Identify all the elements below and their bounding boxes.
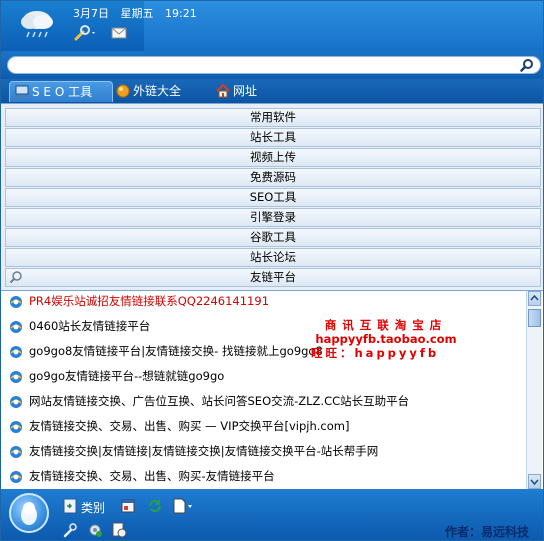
ad-shop-name: 商讯互联淘宝店 — [324, 318, 448, 332]
mail-envelope-icon[interactable] — [111, 25, 127, 41]
author-credit: 作者：易远科技 — [444, 525, 529, 539]
category-label: SEO工具 — [249, 190, 297, 204]
list-item[interactable]: 友情链接交换、交易、出售、购买 — VIP交换平台[vipjh.com] — [9, 417, 349, 435]
date-text: 3月7日 — [73, 7, 109, 20]
category-label: 引擎登录 — [250, 210, 296, 224]
list-item[interactable]: 友情链接交换、交易、出售、购买-友情链接平台 — [9, 467, 275, 485]
scrollbar[interactable] — [526, 291, 542, 489]
tools-wrench-icon[interactable] — [74, 25, 98, 41]
link-list: PR4娱乐站诚招友情链接联系QQ2246141191 0460站长友情链接平台 … — [1, 290, 543, 489]
wrench-icon[interactable] — [63, 522, 77, 538]
category-video-upload[interactable]: 视频上传 — [5, 148, 541, 167]
weekday-text: 星期五 — [120, 7, 154, 20]
link-text: PR4娱乐站诚招友情链接联系QQ2246141191 — [29, 294, 270, 308]
tab-label: S E O 工具 — [32, 85, 93, 99]
link-text: 友情链接交换、交易、出售、购买-友情链接平台 — [29, 469, 275, 483]
category-common-software[interactable]: 常用软件 — [5, 108, 541, 127]
tab-seo-tools[interactable]: S E O 工具 — [9, 81, 113, 102]
magnifier-icon — [9, 271, 22, 284]
scroll-down-button[interactable] — [528, 474, 541, 489]
category-engine-login[interactable]: 引擎登录 — [5, 208, 541, 227]
search-icon[interactable] — [520, 58, 534, 72]
category-label: 站长工具 — [250, 130, 296, 144]
category-label: 常用软件 — [250, 110, 296, 124]
category-google-tools[interactable]: 谷歌工具 — [5, 228, 541, 247]
list-item[interactable]: 0460站长友情链接平台 — [9, 317, 150, 335]
tab-external-links[interactable]: 外链大全 — [111, 81, 209, 101]
tab-label: 网址 — [233, 84, 258, 98]
list-item[interactable]: 友情链接交换|友情链接|友情链接交换|友情链接交换平台-站长帮手网 — [9, 442, 378, 460]
list-item[interactable]: go9go8友情链接平台|友情链接交换- 找链接就上go9go8 — [9, 342, 323, 360]
ie-globe-icon — [10, 446, 22, 458]
category-label[interactable]: 类别 — [81, 499, 105, 516]
link-text: go9go友情链接平台--想链就链go9go — [29, 369, 225, 383]
app-window: 3月7日 星期五 19:21 S E O 工具 外链大全 网址 常用软件 站长工… — [0, 0, 544, 541]
search-field[interactable] — [7, 56, 541, 74]
ie-globe-icon — [10, 321, 22, 333]
tab-websites[interactable]: 网址 — [211, 81, 283, 101]
category-icon[interactable] — [63, 498, 77, 514]
window-icon[interactable] — [121, 498, 135, 514]
category-label: 视频上传 — [250, 150, 296, 164]
ie-globe-icon — [10, 296, 22, 308]
ad-shop-url: happyyfb.taobao.com — [315, 332, 457, 346]
category-free-source[interactable]: 免费源码 — [5, 168, 541, 187]
link-text: 网站友情链接交换、广告位互换、站长问答SEO交流-ZLZ.CC站长互助平台 — [29, 394, 410, 408]
main-menu-button[interactable] — [9, 493, 49, 533]
scroll-up-button[interactable] — [528, 291, 541, 306]
link-text: 友情链接交换、交易、出售、购买 — VIP交换平台[vipjh.com] — [29, 419, 350, 433]
laptop-icon — [14, 85, 30, 98]
search-input[interactable] — [16, 58, 506, 71]
ie-globe-icon — [10, 396, 22, 408]
penguin-icon — [21, 502, 37, 525]
category-webmaster-forum[interactable]: 站长论坛 — [5, 248, 541, 267]
tab-label: 外链大全 — [133, 84, 182, 98]
link-text: 0460站长友情链接平台 — [29, 319, 151, 333]
home-icon — [216, 84, 230, 98]
time-text: 19:21 — [165, 7, 197, 20]
link-text: 友情链接交换|友情链接|友情链接交换|友情链接交换平台-站长帮手网 — [29, 444, 379, 458]
category-friend-links[interactable]: 友链平台 — [5, 268, 541, 287]
category-webmaster-tools[interactable]: 站长工具 — [5, 128, 541, 147]
ie-globe-icon — [10, 421, 22, 433]
orange-ball-icon — [116, 84, 130, 98]
chevron-down-icon — [530, 479, 539, 486]
list-item[interactable]: 网站友情链接交换、广告位互换、站长问答SEO交流-ZLZ.CC站长互助平台 — [9, 392, 409, 410]
header: 3月7日 星期五 19:21 — [1, 1, 543, 51]
document-clock-icon[interactable] — [111, 522, 127, 538]
link-text: go9go8友情链接平台|友情链接交换- 找链接就上go9go8 — [29, 344, 323, 358]
weather-cloud-icon — [21, 11, 53, 38]
ad-overlay: 商讯互联淘宝店 happyyfb.taobao.com 旺旺：happyyfb — [301, 318, 471, 360]
ie-globe-icon — [10, 471, 22, 483]
new-page-dropdown-icon[interactable] — [173, 498, 195, 514]
ie-globe-icon — [10, 371, 22, 383]
category-list: 常用软件 站长工具 视频上传 免费源码 SEO工具 引擎登录 谷歌工具 站长论坛… — [1, 103, 543, 290]
category-label: 站长论坛 — [250, 250, 296, 264]
ad-wangwang: 旺旺：happyyfb — [311, 346, 440, 360]
category-label: 谷歌工具 — [250, 230, 296, 244]
bottom-bar: 类别 作者：易远科技 — [1, 489, 543, 540]
refresh-icon[interactable] — [147, 498, 163, 514]
gear-icon[interactable] — [87, 522, 103, 538]
list-item[interactable]: PR4娱乐站诚招友情链接联系QQ2246141191 — [9, 292, 269, 310]
tab-bar: S E O 工具 外链大全 网址 — [1, 79, 543, 103]
list-item[interactable]: go9go友情链接平台--想链就链go9go — [9, 367, 224, 385]
chevron-up-icon — [530, 294, 539, 301]
category-seo-tools[interactable]: SEO工具 — [5, 188, 541, 207]
category-label: 免费源码 — [250, 170, 296, 184]
datetime: 3月7日 星期五 19:21 — [73, 5, 205, 21]
ie-globe-icon — [10, 346, 22, 358]
search-bar — [1, 51, 543, 79]
scroll-thumb[interactable] — [528, 309, 541, 327]
category-label: 友链平台 — [250, 270, 296, 284]
